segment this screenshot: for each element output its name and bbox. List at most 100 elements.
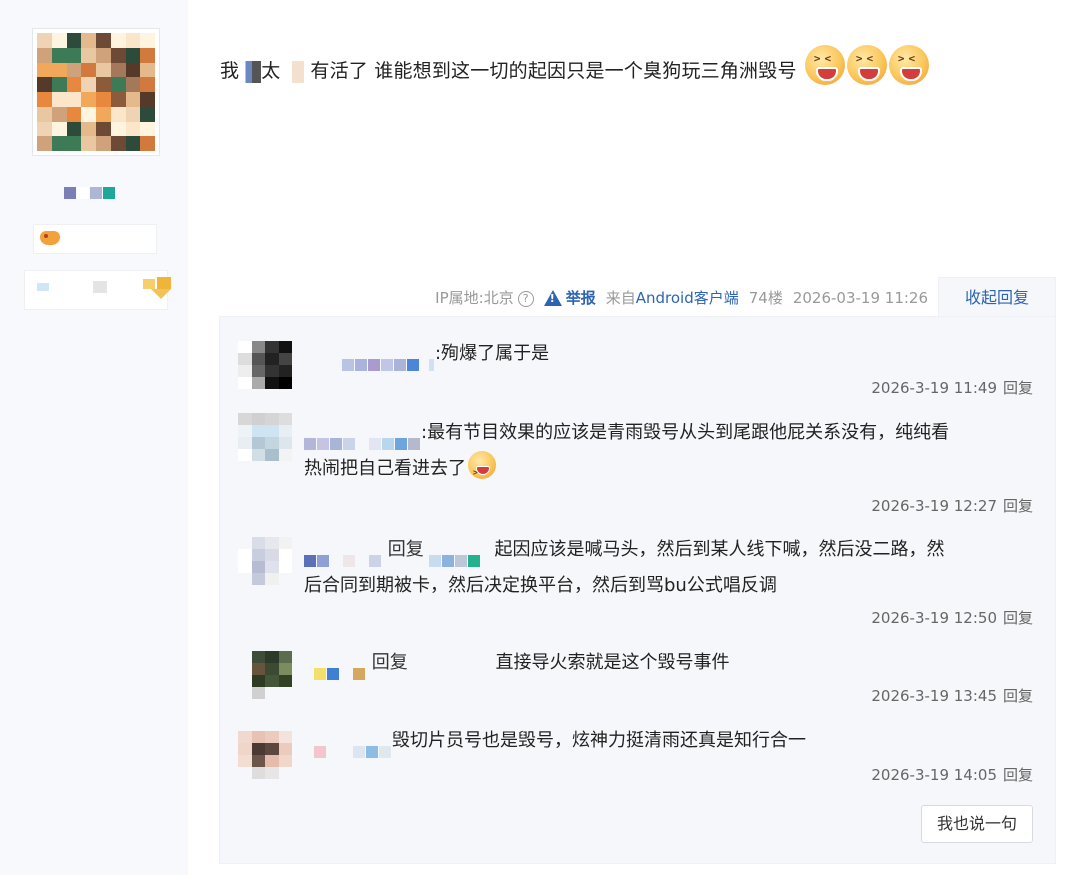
reply-content: 回复 起因应该是喊马头，然后到某人线下喊，然后没二路，然 后合同到期被卡，然后决… — [304, 539, 945, 596]
avatar-pixel — [37, 136, 52, 151]
avatar-pixel — [51, 77, 67, 92]
reply-target-username-blurred[interactable] — [429, 543, 494, 567]
vip-crown-icon — [143, 277, 171, 299]
avatar-pixel — [66, 33, 82, 48]
angry-laugh-emoji-icon — [846, 44, 887, 85]
reply-text: 最有节目效果的应该是青雨毁号从头到尾跟他屁关系没有，纯纯看 — [427, 422, 950, 443]
help-icon[interactable]: ? — [517, 290, 534, 307]
avatar-pixel — [66, 77, 82, 92]
add-reply-button[interactable]: 我也说一句 — [921, 805, 1033, 843]
post-text-end: 有活了 谁能想到这一切的起因只是一个臭狗玩三角洲毁号 — [310, 60, 797, 82]
avatar-pixel — [125, 62, 141, 78]
avatar-pixel — [66, 121, 82, 137]
reply-time: 2026-3-19 14:05 回复 — [871, 766, 1033, 784]
post-text-middle: 太 — [261, 60, 281, 82]
reply-content: 回复 直接导火索就是这个毁号事件 — [304, 645, 1020, 681]
avatar-pixel — [37, 106, 52, 122]
reply-avatar[interactable] — [238, 413, 292, 461]
warning-icon — [543, 289, 562, 306]
reply-button[interactable]: 回复 — [1003, 687, 1033, 705]
avatar-pixel — [81, 62, 96, 78]
avatar-pixel — [140, 47, 155, 63]
avatar-pixel — [81, 136, 96, 151]
avatar-pixel — [66, 62, 82, 78]
avatar-pixel — [81, 77, 96, 92]
post-text-start: 我 — [220, 60, 240, 82]
reply-username-blurred[interactable] — [342, 347, 435, 371]
avatar-pixel — [140, 136, 155, 151]
reply-button[interactable]: 回复 — [1003, 379, 1033, 397]
member-badge[interactable] — [24, 270, 171, 310]
reply-button[interactable]: 回复 — [1003, 497, 1033, 515]
avatar-pixel — [37, 33, 52, 48]
post-source: 来自Android客户端 — [605, 289, 739, 307]
level-badge[interactable] — [33, 224, 157, 254]
avatar-pixel — [96, 136, 111, 151]
angry-laugh-emoji-icon — [804, 44, 845, 85]
avatar-pixel — [125, 121, 141, 137]
reply-button[interactable]: 回复 — [1003, 609, 1033, 627]
avatar-pixel — [96, 62, 111, 78]
avatar-pixel — [140, 33, 155, 48]
avatar-pixel — [66, 106, 82, 122]
angry-laugh-emoji-icon — [468, 451, 496, 491]
reply-target-username-blurred[interactable] — [413, 656, 495, 670]
avatar-pixelated-image — [37, 33, 155, 151]
avatar-pixel — [125, 92, 141, 107]
redacted-text — [280, 60, 311, 83]
avatar-pixel — [37, 77, 52, 92]
reply-text: 起因应该是喊马头，然后到某人线下喊，然后没二路，然 — [494, 539, 945, 560]
avatar-pixel — [110, 33, 126, 48]
avatar-pixel — [51, 33, 67, 48]
reply-avatar[interactable] — [238, 651, 292, 699]
avatar-pixel — [51, 62, 67, 78]
post-datetime: 2026-03-19 11:26 — [792, 288, 928, 307]
avatar-pixel — [96, 33, 111, 48]
reply-avatar[interactable] — [238, 731, 292, 779]
avatar-pixel — [140, 92, 155, 107]
reply-text: 毁切片员号也是毁号，炫神力挺清雨还真是知行合一 — [392, 730, 806, 751]
avatar-pixel — [110, 92, 126, 107]
avatar-pixel — [51, 121, 67, 137]
avatar-pixel — [110, 121, 126, 137]
reply-username-blurred[interactable] — [314, 656, 366, 680]
reply-username-blurred[interactable] — [314, 734, 392, 758]
client-link[interactable]: Android客户端 — [636, 289, 739, 307]
avatar-pixel — [96, 77, 111, 92]
avatar-pixel — [66, 47, 82, 63]
badge-blurred-icon — [93, 281, 107, 293]
avatar-pixel — [125, 106, 141, 122]
author-avatar[interactable] — [32, 28, 160, 156]
avatar-pixel — [110, 62, 126, 78]
avatar-pixel — [140, 121, 155, 137]
avatar-pixel — [140, 62, 155, 78]
avatar-pixel — [37, 62, 52, 78]
reply-button[interactable]: 回复 — [1003, 766, 1033, 784]
avatar-pixel — [81, 92, 96, 107]
reply-avatar[interactable] — [238, 341, 292, 389]
report-link[interactable]: 举报 — [543, 287, 596, 308]
reply-username-blurred[interactable] — [304, 543, 382, 567]
reply-username-blurred[interactable] — [304, 426, 421, 450]
avatar-pixel — [51, 92, 67, 107]
floor-number: 74楼 — [748, 289, 783, 307]
author-column — [0, 0, 188, 875]
avatar-pixel — [37, 47, 52, 63]
reply-text: 后合同到期被卡，然后决定换平台，然后到骂bu公式唱反调 — [304, 575, 777, 596]
reply-content: :殉爆了属于是 — [342, 336, 1058, 372]
author-username-blurred[interactable] — [64, 184, 120, 199]
avatar-pixel — [96, 92, 111, 107]
reply-content: 毁切片员号也是毁号，炫神力挺清雨还真是知行合一 — [304, 723, 1020, 759]
reply-text: 殉爆了属于是 — [441, 343, 550, 364]
gamepad-icon — [40, 231, 60, 245]
reply-time: 2026-3-19 12:27 回复 — [871, 497, 1033, 515]
avatar-pixel — [110, 47, 126, 63]
avatar-pixel — [125, 136, 141, 151]
post-content: 我太 有活了 谁能想到这一切的起因只是一个臭狗玩三角洲毁号 — [220, 44, 929, 85]
avatar-pixel — [140, 77, 155, 92]
reply-avatar[interactable] — [238, 537, 292, 585]
collapse-replies-button[interactable]: 收起回复 — [938, 277, 1056, 317]
post-meta-bar: IP属地:北京? 举报 来自Android客户端 74楼 2026-03-19 … — [425, 287, 928, 308]
avatar-pixel — [81, 33, 96, 48]
avatar-pixel — [81, 121, 96, 137]
